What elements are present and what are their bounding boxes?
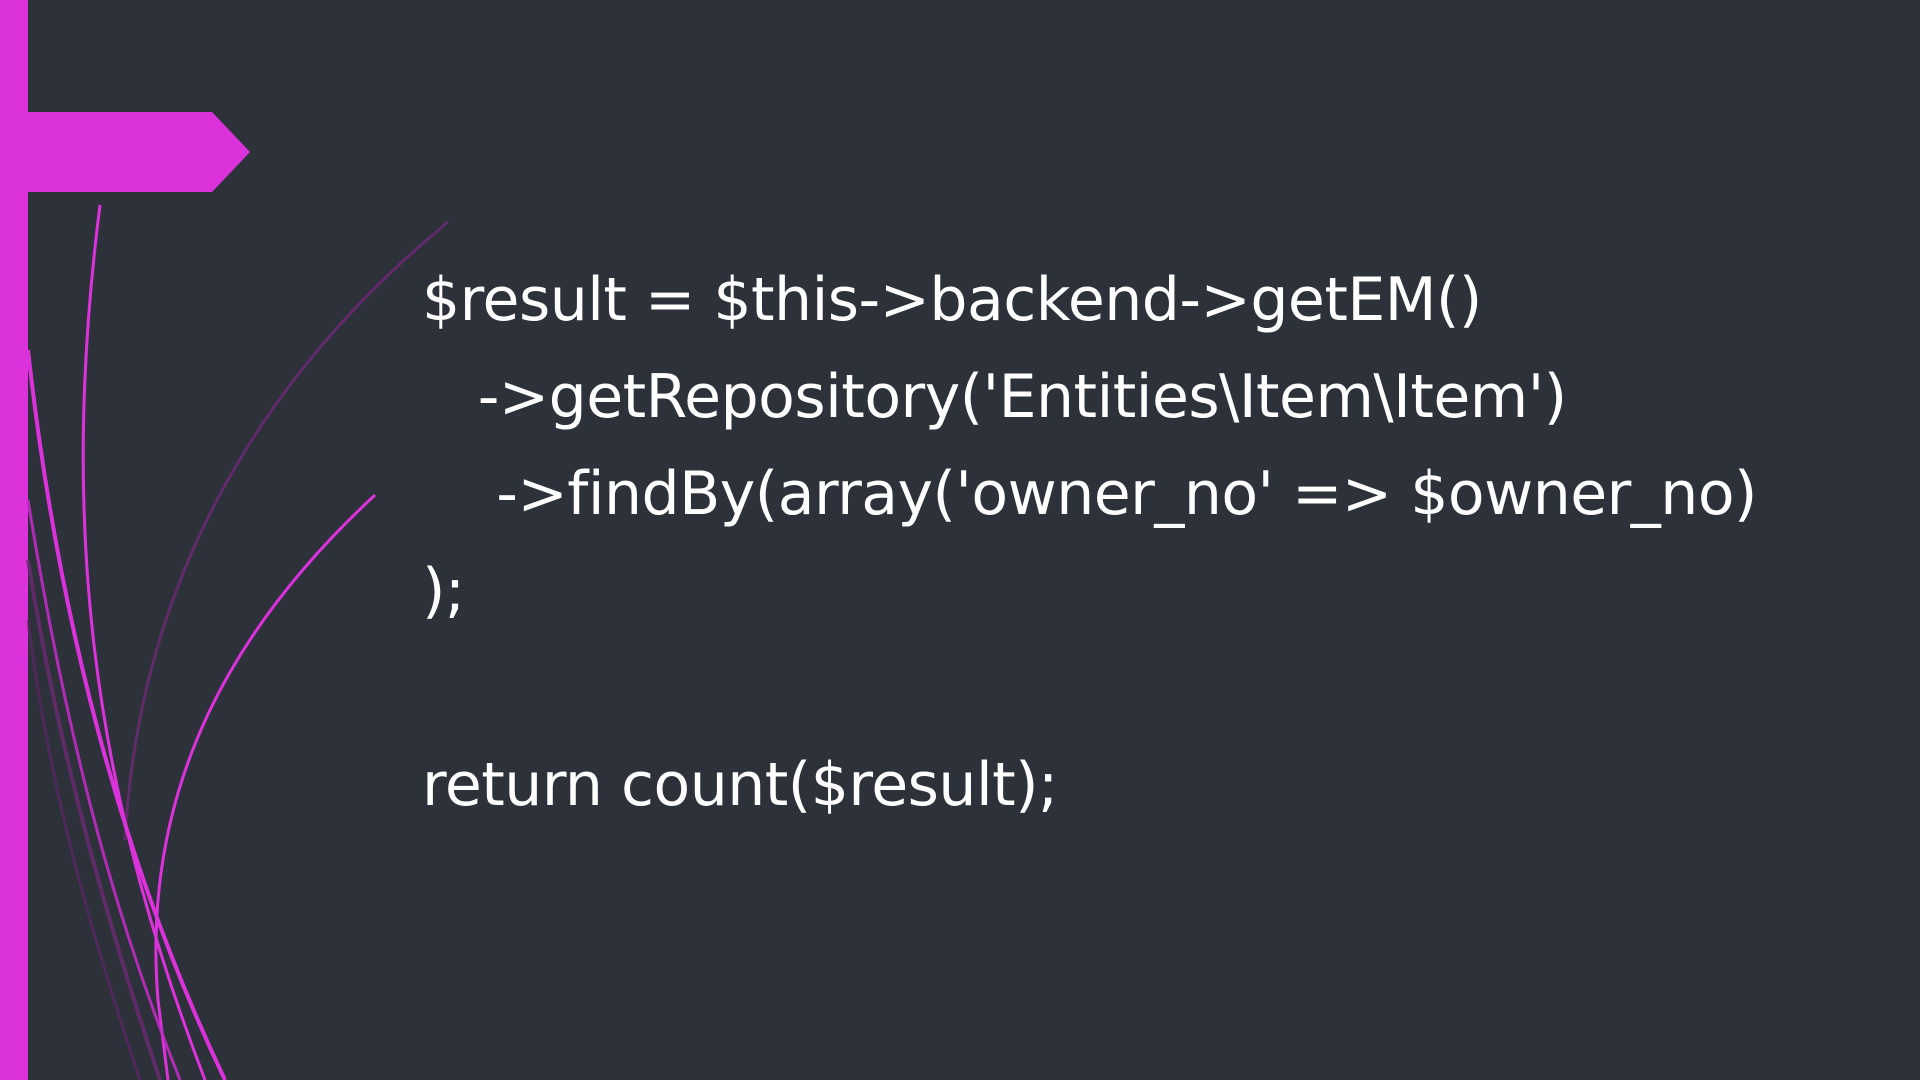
arrow-banner bbox=[0, 112, 250, 192]
faint-curve-1 bbox=[123, 220, 449, 841]
code-block: $result = $this->backend->getEM() ->getR… bbox=[422, 252, 1862, 834]
faint-curve-3 bbox=[26, 619, 142, 1080]
code-line-1: $result = $this->backend->getEM() bbox=[422, 265, 1482, 335]
bright-curve-2 bbox=[154, 493, 377, 1080]
code-line-2: ->getRepository('Entities\Item\Item') bbox=[422, 362, 1567, 432]
code-line-4: ); bbox=[422, 556, 465, 626]
code-line-6: return count($result); bbox=[422, 750, 1058, 820]
code-line-3: ->findBy(array('owner_no' => $owner_no) bbox=[422, 459, 1757, 529]
bright-curve-1 bbox=[81, 204, 207, 1080]
slide: $result = $this->backend->getEM() ->getR… bbox=[0, 0, 1920, 1080]
